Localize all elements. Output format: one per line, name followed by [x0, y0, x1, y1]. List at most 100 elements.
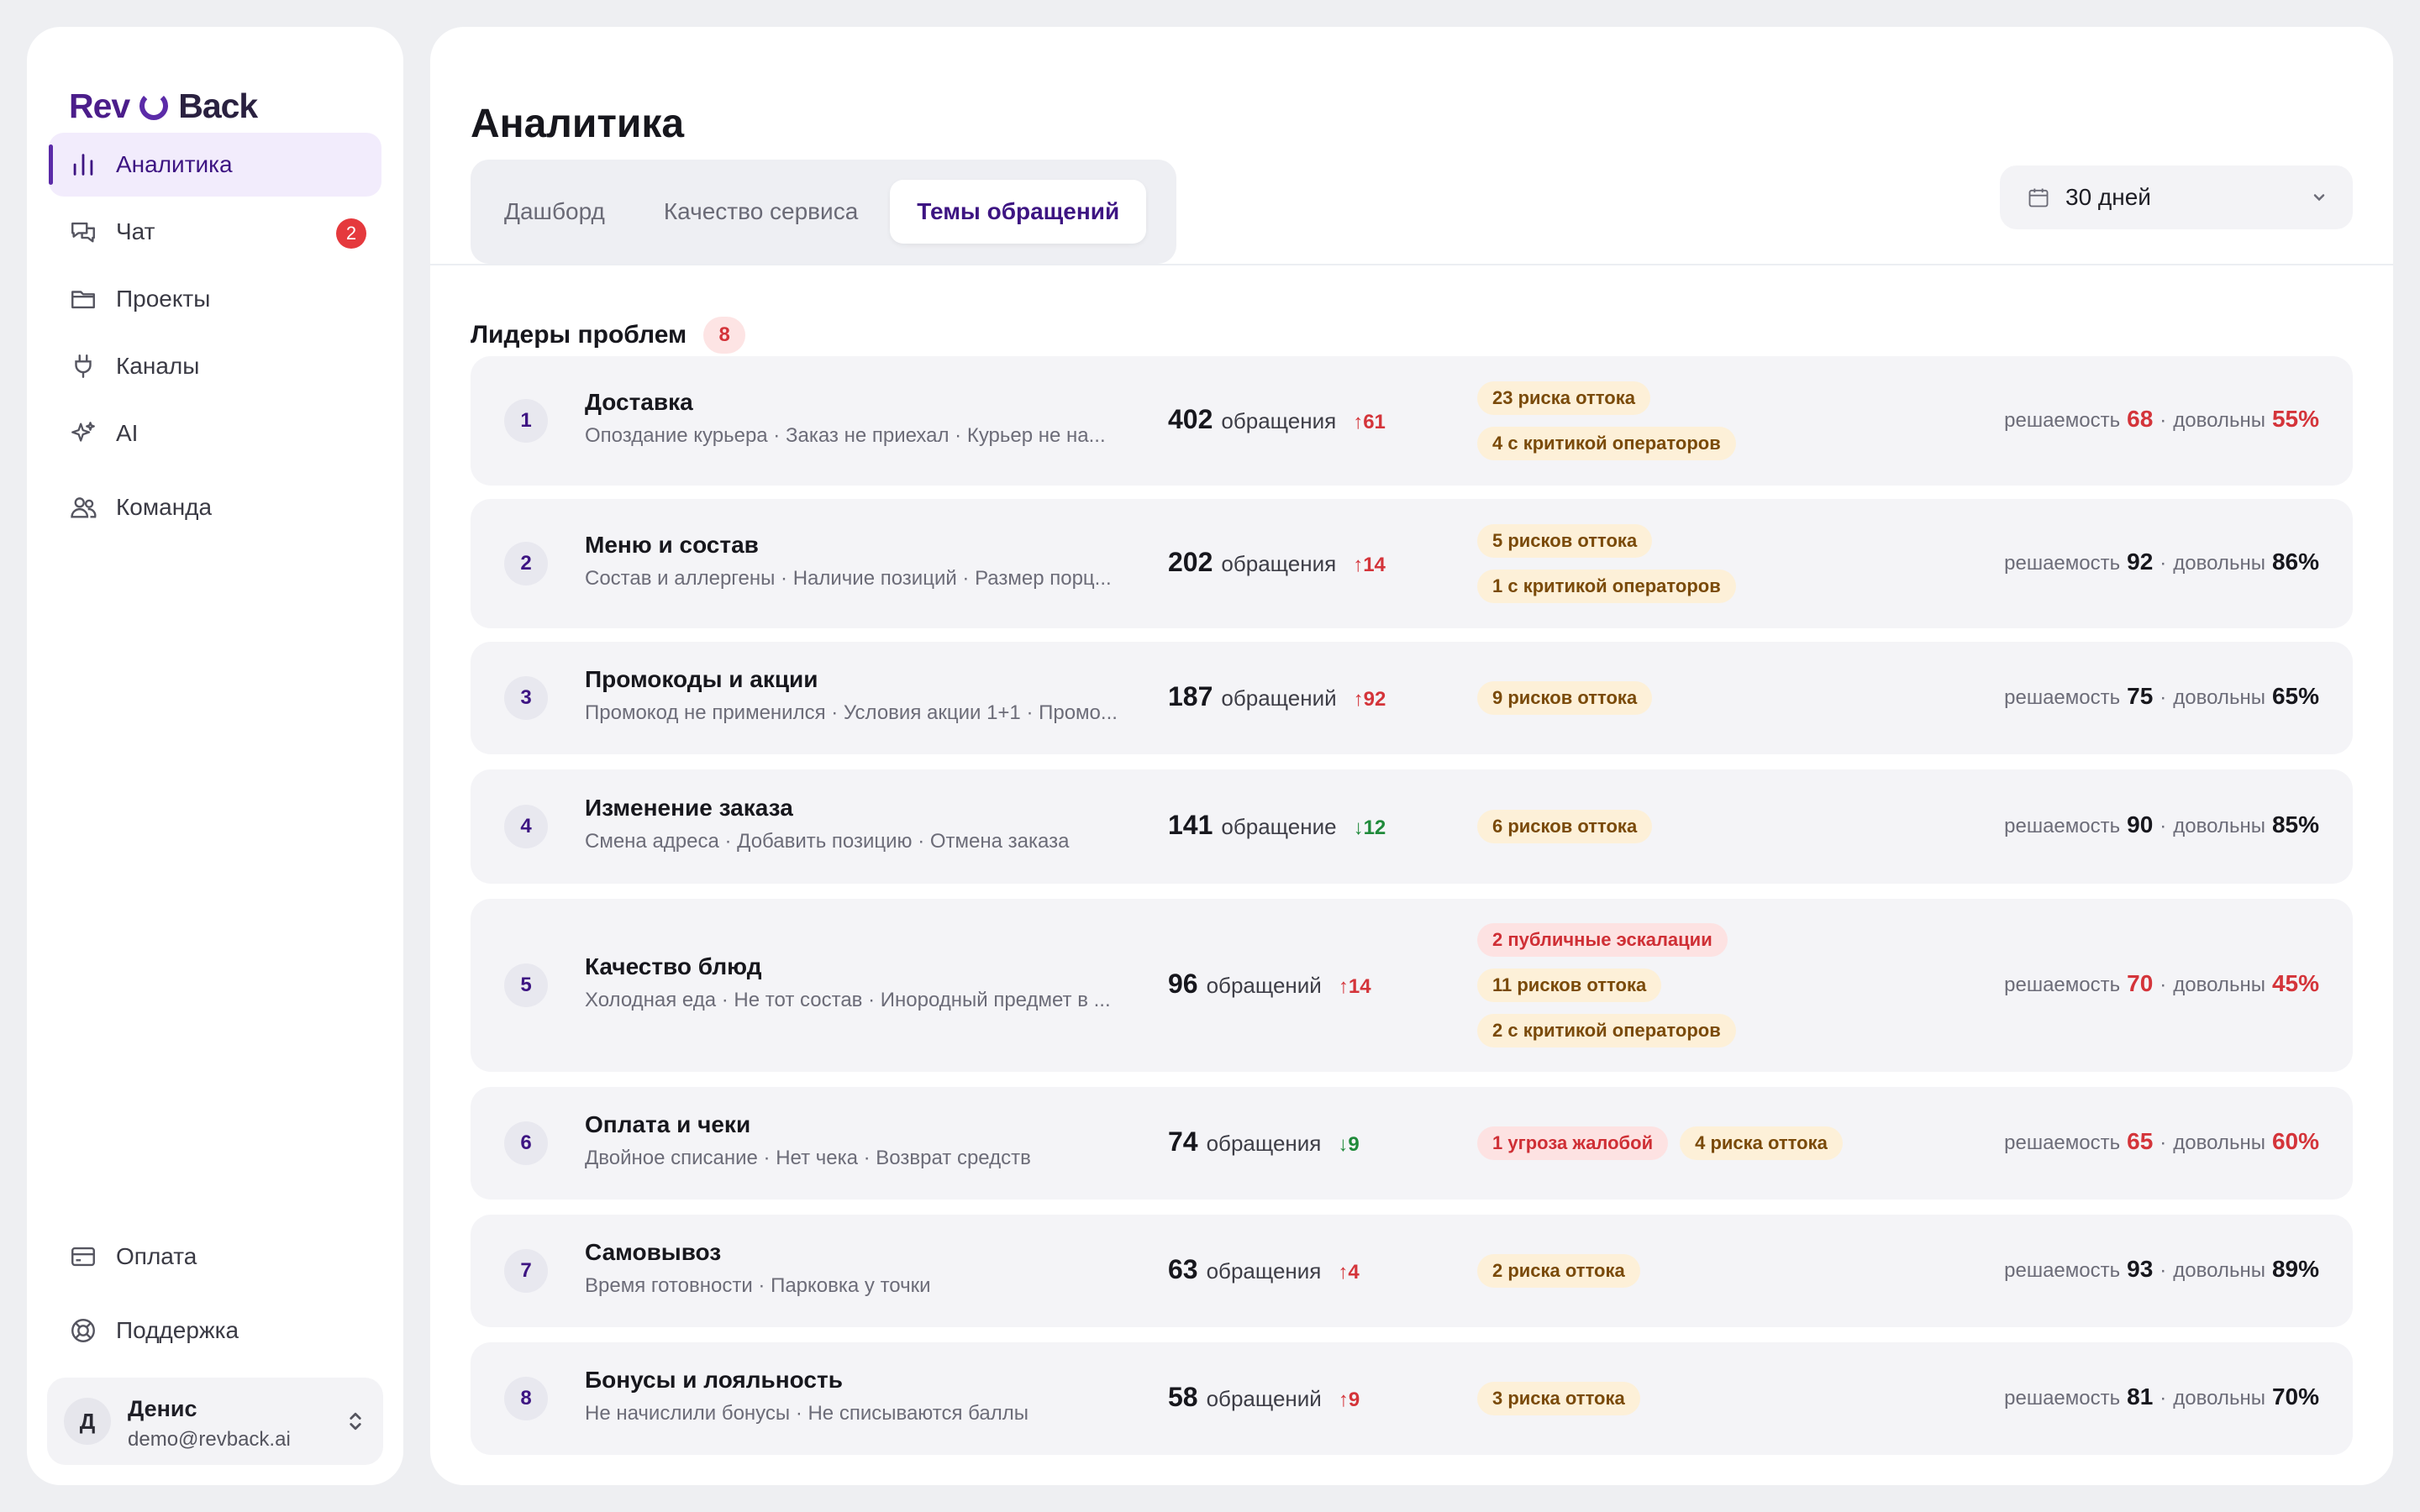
satisfied-label: довольны — [2173, 686, 2265, 709]
satisfied-label: довольны — [2173, 1131, 2265, 1154]
tab-bar: Дашборд Качество сервиса Темы обращений — [471, 160, 1176, 264]
tickets-metric: 187 обращений ↑92 — [1168, 681, 1386, 712]
rank-badge: 6 — [504, 1121, 548, 1165]
churn-risk-tag: 2 с критикой операторов — [1477, 1014, 1736, 1047]
sparkles-icon — [71, 422, 95, 442]
tickets-unit: обращения — [1221, 551, 1337, 576]
resolvability-label: решаемость — [2004, 974, 2121, 996]
rank-badge: 2 — [504, 542, 548, 585]
alert-tag: 1 угроза жалобой — [1477, 1126, 1669, 1160]
tab-service-quality[interactable]: Качество сервиса — [637, 180, 885, 244]
churn-risk-tag: 3 риска оттока — [1477, 1382, 1640, 1415]
logo-text-rev: Rev — [69, 86, 130, 125]
topic-name: Самовывоз — [585, 1239, 722, 1265]
tab-topics[interactable]: Темы обращений — [890, 180, 1147, 244]
tickets-metric: 202 обращения ↑14 — [1168, 547, 1386, 578]
sidebar-item-billing[interactable]: Оплата — [49, 1225, 381, 1289]
period-select[interactable]: 30 дней — [2000, 165, 2353, 229]
folder-icon — [71, 291, 95, 309]
rank-badge: 1 — [504, 399, 548, 443]
satisfied-value: 45% — [2271, 970, 2319, 996]
risk-tags: 2 публичные эскалации 11 рисков оттока 2 с… — [1477, 923, 1736, 1047]
tickets-unit: обращений — [1206, 973, 1322, 998]
risk-tags: 23 риска оттока 4 с критикой операторов — [1477, 381, 1736, 460]
separator: · — [2160, 1387, 2167, 1410]
tickets-count: 402 — [1168, 404, 1213, 434]
topic-info: Оплата и чеки Двойное списание · Нет чек… — [585, 1111, 1139, 1170]
tickets-unit: обращений — [1221, 685, 1337, 711]
section-title: Лидеры проблем — [471, 321, 687, 349]
sidebar-item-channels[interactable]: Каналы — [49, 334, 381, 398]
satisfied-value: 65% — [2271, 683, 2319, 709]
topic-name: Промокоды и акции — [585, 666, 818, 692]
tickets-metric: 402 обращения ↑61 — [1168, 404, 1386, 435]
resolvability-value: 68 — [2127, 406, 2154, 432]
resolvability-label: решаемость — [2004, 815, 2121, 837]
topic-subtopics: Состав и аллергены · Наличие позиций · Р… — [585, 567, 1112, 590]
churn-risk-tag: 1 с критикой операторов — [1477, 570, 1736, 603]
topic-row[interactable]: 3 Промокоды и акции Промокод не применил… — [471, 642, 2353, 754]
separator: · — [2160, 1131, 2167, 1154]
topic-subtopics: Холодная еда · Не тот состав · Инородный… — [585, 989, 1111, 1011]
sidebar-item-chat[interactable]: Чат 2 — [49, 200, 381, 264]
period-value: 30 дней — [2065, 184, 2151, 210]
sidebar-item-label: Каналы — [116, 353, 200, 379]
logo[interactable]: Rev Back — [69, 82, 258, 129]
resolvability-value: 65 — [2127, 1128, 2154, 1154]
satisfied-value: 55% — [2271, 406, 2319, 432]
trend-delta: ↓12 — [1353, 816, 1386, 839]
trend-delta: ↑14 — [1338, 975, 1371, 998]
satisfied-value: 85% — [2271, 811, 2319, 837]
churn-risk-tag: 4 риска оттока — [1680, 1126, 1843, 1160]
sidebar-item-analytics[interactable]: Аналитика — [49, 133, 381, 197]
trend-delta: ↑92 — [1353, 688, 1386, 711]
separator: · — [2160, 815, 2167, 837]
section-header: Лидеры проблем 8 — [471, 317, 746, 354]
rank-badge: 3 — [504, 676, 548, 720]
topic-stats: решаемость 81 · довольны 70% — [2004, 1383, 2319, 1410]
topic-info: Качество блюд Холодная еда · Не тот сост… — [585, 953, 1139, 1012]
separator: · — [2160, 552, 2167, 575]
sidebar-item-label: Аналитика — [116, 151, 233, 177]
topic-name: Оплата и чеки — [585, 1111, 751, 1137]
tickets-metric: 63 обращения ↑4 — [1168, 1254, 1360, 1285]
satisfied-label: довольны — [2173, 1387, 2265, 1410]
satisfied-value: 60% — [2271, 1128, 2319, 1154]
resolvability-label: решаемость — [2004, 686, 2121, 709]
separator: · — [2160, 974, 2167, 996]
trend-delta: ↑9 — [1338, 1389, 1360, 1411]
resolvability-label: решаемость — [2004, 409, 2121, 432]
topic-row[interactable]: 1 Доставка Опоздание курьера · Заказ не … — [471, 356, 2353, 486]
satisfied-value: 70% — [2271, 1383, 2319, 1410]
user-name: Денис — [128, 1396, 197, 1421]
resolvability-value: 75 — [2127, 683, 2154, 709]
resolvability-value: 92 — [2127, 549, 2154, 575]
topic-row[interactable]: 2 Меню и состав Состав и аллергены · Нал… — [471, 499, 2353, 628]
sidebar-item-label: Поддержка — [116, 1317, 239, 1343]
resolvability-value: 81 — [2127, 1383, 2154, 1410]
sidebar-item-ai[interactable]: AI — [49, 402, 381, 465]
user-menu[interactable]: Д Денис demo@revback.ai — [47, 1378, 383, 1465]
lifebuoy-icon — [71, 1319, 95, 1342]
sidebar-item-support[interactable]: Поддержка — [49, 1299, 381, 1362]
tickets-unit: обращения — [1206, 1258, 1322, 1284]
topic-stats: решаемость 70 · довольны 45% — [2004, 970, 2319, 997]
rank-badge: 5 — [504, 963, 548, 1007]
sidebar-item-team[interactable]: Команда — [49, 475, 381, 539]
topic-row[interactable]: 7 Самовывоз Время готовности · Парковка … — [471, 1215, 2353, 1327]
resolvability-value: 70 — [2127, 970, 2154, 996]
sidebar-item-projects[interactable]: Проекты — [49, 267, 381, 331]
tickets-count: 141 — [1168, 810, 1213, 840]
topic-row[interactable]: 6 Оплата и чеки Двойное списание · Нет ч… — [471, 1087, 2353, 1200]
resolvability-label: решаемость — [2004, 552, 2121, 575]
bar-chart-icon — [73, 154, 93, 176]
topic-name: Меню и состав — [585, 532, 759, 558]
risk-tags: 9 рисков оттока — [1477, 681, 1653, 715]
satisfied-value: 86% — [2271, 549, 2319, 575]
topic-stats: решаемость 68 · довольны 55% — [2004, 406, 2319, 433]
resolvability-value: 90 — [2127, 811, 2154, 837]
tab-dashboard[interactable]: Дашборд — [477, 180, 632, 244]
topic-row[interactable]: 4 Изменение заказа Смена адреса · Добави… — [471, 769, 2353, 884]
topic-row[interactable]: 5 Качество блюд Холодная еда · Не тот со… — [471, 899, 2353, 1072]
topic-row[interactable]: 8 Бонусы и лояльность Не начислили бонус… — [471, 1342, 2353, 1455]
